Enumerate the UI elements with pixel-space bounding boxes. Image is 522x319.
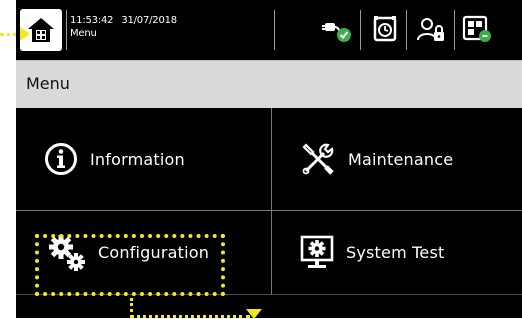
menu-item-information[interactable]: Information <box>16 108 271 210</box>
panel-status[interactable] <box>462 14 492 44</box>
power-ok-icon <box>322 23 351 42</box>
status-bar: 11:53:42 31/07/2018 Menu <box>16 0 522 60</box>
monitor-gear-icon <box>300 235 334 271</box>
time-text: 11:53:42 <box>70 15 114 26</box>
status-divider <box>454 10 455 50</box>
menu-item-maintenance[interactable]: Maintenance <box>272 108 522 210</box>
annotation-arrow <box>20 27 30 41</box>
status-divider <box>406 10 407 50</box>
date-text: 31/07/2018 <box>121 15 177 26</box>
menu-item-system-test[interactable]: System Test <box>272 211 522 294</box>
title-bar: Menu <box>16 60 522 109</box>
datetime: 11:53:42 31/07/2018 Menu <box>70 14 185 40</box>
menu-item-label: System Test <box>346 243 445 262</box>
annotation-highlight <box>35 234 225 296</box>
screen-name: Menu <box>70 28 97 39</box>
menu-item-label: Maintenance <box>348 149 454 169</box>
next-row-strip <box>16 294 522 318</box>
status-divider <box>66 10 67 50</box>
user-lock-icon <box>417 18 444 41</box>
timer-status[interactable] <box>370 14 400 44</box>
tools-icon <box>300 141 336 177</box>
grid-divider <box>271 108 272 318</box>
grid-divider <box>16 210 522 211</box>
info-icon <box>44 142 78 176</box>
user-status[interactable] <box>416 14 446 44</box>
panel-status-icon <box>462 15 491 42</box>
page-title: Menu <box>26 74 70 93</box>
home-icon <box>28 18 54 42</box>
menu-item-label: Information <box>90 149 185 169</box>
status-divider <box>274 10 275 50</box>
power-status[interactable] <box>322 14 352 44</box>
timer-icon <box>373 16 397 42</box>
status-divider <box>360 10 361 50</box>
